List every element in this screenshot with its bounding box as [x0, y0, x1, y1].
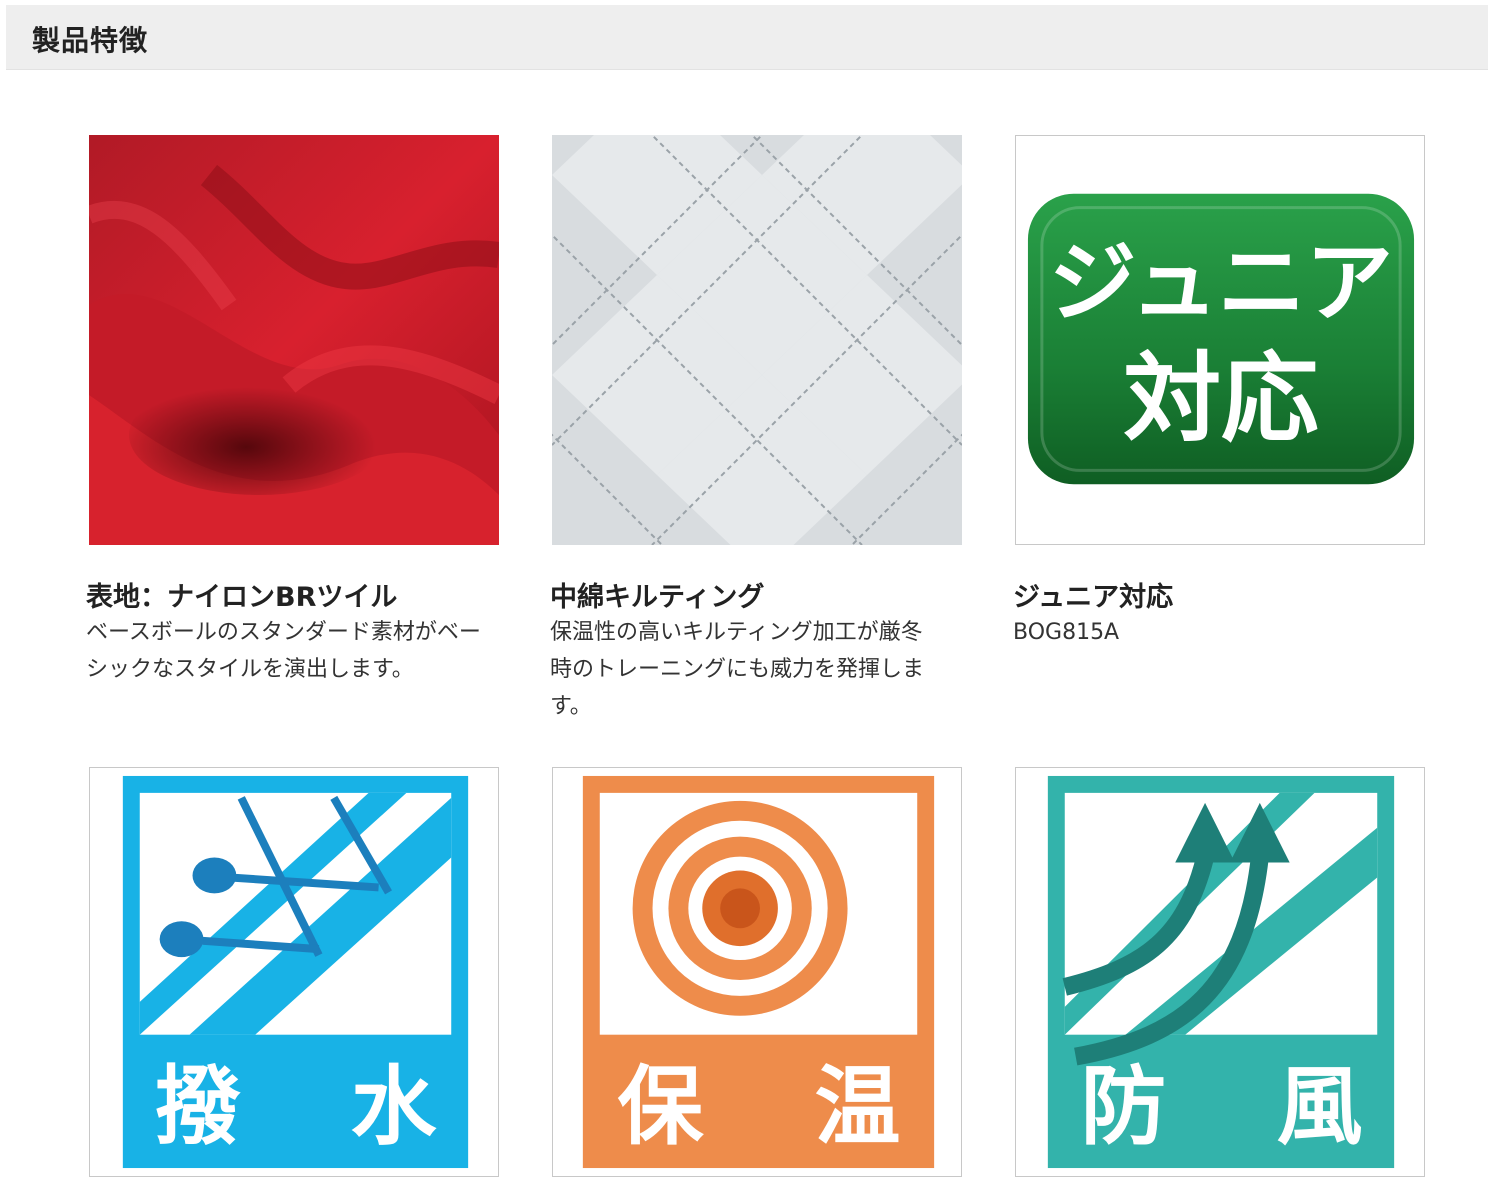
feature-description: 保温性の高いキルティング加工が厳冬 時のトレーニングにも威力を発揮しま す。: [550, 620, 925, 719]
quilted-padding-photo: [552, 135, 962, 545]
feature-title: 中綿キルティング: [550, 582, 765, 613]
heat-retention-icon: 保 温: [552, 767, 962, 1177]
svg-text:風: 風: [1277, 1058, 1363, 1157]
feature-description: ベースボールのスタンダード素材がベー シックなスタイルを演出します。: [86, 620, 481, 682]
product-code: BOG815A: [1013, 620, 1120, 645]
svg-text:防: 防: [1081, 1058, 1167, 1157]
section-header: 製品特徴: [6, 5, 1488, 70]
feature-title: ジュニア対応: [1013, 582, 1174, 613]
windproof-icon: 防 風: [1015, 767, 1425, 1177]
feature-title: 表地：ナイロンBRツイル: [86, 582, 398, 613]
section-title: 製品特徴: [32, 24, 149, 57]
svg-text:保: 保: [618, 1058, 705, 1157]
svg-text:撥: 撥: [155, 1058, 242, 1157]
junior-badge-line1: ジュニア: [1049, 232, 1393, 334]
svg-text:温: 温: [815, 1058, 901, 1157]
junior-size-badge: ジュニア 対応: [1015, 135, 1425, 545]
junior-badge-line2: 対応: [1123, 342, 1318, 456]
red-twill-fabric-photo: [89, 135, 499, 545]
water-repellent-icon: 撥 水: [89, 767, 499, 1177]
svg-text:水: 水: [351, 1058, 437, 1157]
